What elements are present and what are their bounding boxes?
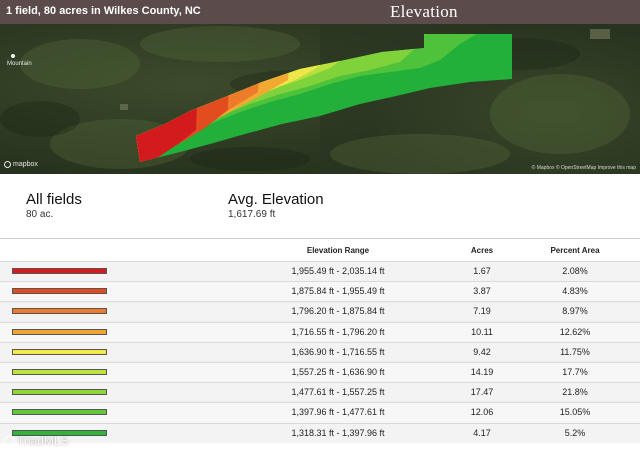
elevation-range-cell: 1,955.49 ft - 2,035.14 ft (291, 266, 385, 276)
table-row: 1,477.61 ft - 1,557.25 ft 17.47 21.8% (0, 382, 640, 403)
percent-area-cell: 21.8% (562, 387, 588, 398)
report-title: Elevation (390, 2, 458, 21)
map-place-pin (11, 54, 15, 58)
elevation-range-cell: 1,875.84 ft - 1,955.49 ft (291, 286, 385, 297)
elevation-range-cell: 1,557.25 ft - 1,636.90 ft (291, 366, 385, 377)
acres-cell: 10.11 (471, 326, 493, 337)
table-row: 1,716.55 ft - 1,796.20 ft 10.11 12.62% (0, 321, 640, 342)
legend-color-swatch (12, 308, 107, 315)
elevation-range-cell: 1,318.31 ft - 1,397.96 ft (291, 427, 385, 438)
table-row: 1,636.90 ft - 1,716.55 ft 9.42 11.75% (0, 341, 640, 362)
legend-color-swatch (12, 409, 107, 416)
legend-color-swatch (12, 389, 107, 396)
satellite-map-canvas (0, 24, 640, 174)
all-fields-value: 80 ac. (26, 209, 54, 220)
elevation-map[interactable]: Mountain mapbox © Mapbox © OpenStreetMap… (0, 24, 640, 174)
table-row: 1,796.20 ft - 1,875.84 ft 7.19 8.97% (0, 301, 640, 322)
avg-elevation-label: Avg. Elevation (228, 191, 324, 208)
copyright-icon (4, 435, 15, 447)
mapbox-logo-text: mapbox (13, 161, 38, 168)
avg-elevation-value: 1,617.69 ft (228, 209, 276, 220)
header-percent-area: Percent Area (550, 246, 600, 255)
watermark-text: TriadMLS (17, 434, 69, 448)
summary-panel: All fields 80 ac. Avg. Elevation 1,617.6… (0, 174, 640, 240)
field-summary-title: 1 field, 80 acres in Wilkes County, NC (6, 5, 201, 17)
map-attribution[interactable]: © Mapbox © OpenStreetMap Improve this ma… (532, 165, 636, 171)
acres-cell: 17.47 (470, 387, 494, 398)
acres-cell: 12.06 (470, 407, 494, 418)
table-row: 1,318.31 ft - 1,397.96 ft 4.17 5.2% (0, 422, 640, 443)
divider (0, 238, 640, 239)
legend-color-swatch (12, 368, 107, 375)
elevation-range-cell: 1,636.90 ft - 1,716.55 ft (291, 346, 385, 357)
map-place-label: Mountain (7, 61, 32, 67)
header-acres: Acres (470, 246, 494, 255)
mls-watermark: TriadMLS (4, 434, 69, 448)
legend-color-swatch (12, 348, 107, 355)
percent-area-cell: 12.62% (559, 326, 591, 337)
percent-area-cell: 17.7% (562, 366, 588, 377)
legend-color-swatch (12, 328, 107, 335)
table-header: Elevation Range Acres Percent Area (0, 241, 640, 261)
table-row: 1,397.96 ft - 1,477.61 ft 12.06 15.05% (0, 402, 640, 423)
report-header: 1 field, 80 acres in Wilkes County, NC E… (0, 0, 640, 24)
acres-cell: 4.17 (473, 427, 491, 438)
acres-cell: 1.67 (473, 266, 491, 276)
percent-area-cell: 11.75% (560, 346, 590, 357)
elevation-range-cell: 1,796.20 ft - 1,875.84 ft (291, 306, 385, 317)
percent-area-cell: 4.83% (562, 286, 588, 297)
percent-area-cell: 8.97% (562, 306, 588, 317)
elevation-range-cell: 1,397.96 ft - 1,477.61 ft (291, 407, 385, 418)
percent-area-cell: 15.05% (559, 407, 591, 418)
percent-area-cell: 2.08% (562, 266, 588, 276)
acres-cell: 9.42 (473, 346, 491, 357)
legend-color-swatch (12, 268, 107, 274)
all-fields-stat: All fields 80 ac. (26, 191, 82, 221)
elevation-table: 1,955.49 ft - 2,035.14 ft 1.67 2.08% 1,875.… (0, 261, 640, 443)
table-row: 1,955.49 ft - 2,035.14 ft 1.67 2.08% (0, 261, 640, 282)
mapbox-logo[interactable]: mapbox (4, 161, 38, 168)
avg-elevation-stat: Avg. Elevation 1,617.69 ft (228, 191, 324, 221)
acres-cell: 3.87 (473, 286, 491, 297)
table-row: 1,875.84 ft - 1,955.49 ft 3.87 4.83% (0, 281, 640, 302)
mapbox-logo-icon (4, 161, 11, 168)
legend-color-swatch (12, 288, 107, 295)
all-fields-label: All fields (26, 191, 82, 208)
acres-cell: 14.19 (470, 366, 494, 377)
table-row: 1,557.25 ft - 1,636.90 ft 14.19 17.7% (0, 361, 640, 383)
percent-area-cell: 5.2% (564, 427, 586, 438)
elevation-range-cell: 1,477.61 ft - 1,557.25 ft (291, 387, 385, 398)
acres-cell: 7.19 (473, 306, 491, 317)
elevation-range-cell: 1,716.55 ft - 1,796.20 ft (291, 326, 385, 337)
header-elevation-range: Elevation Range (306, 246, 370, 255)
